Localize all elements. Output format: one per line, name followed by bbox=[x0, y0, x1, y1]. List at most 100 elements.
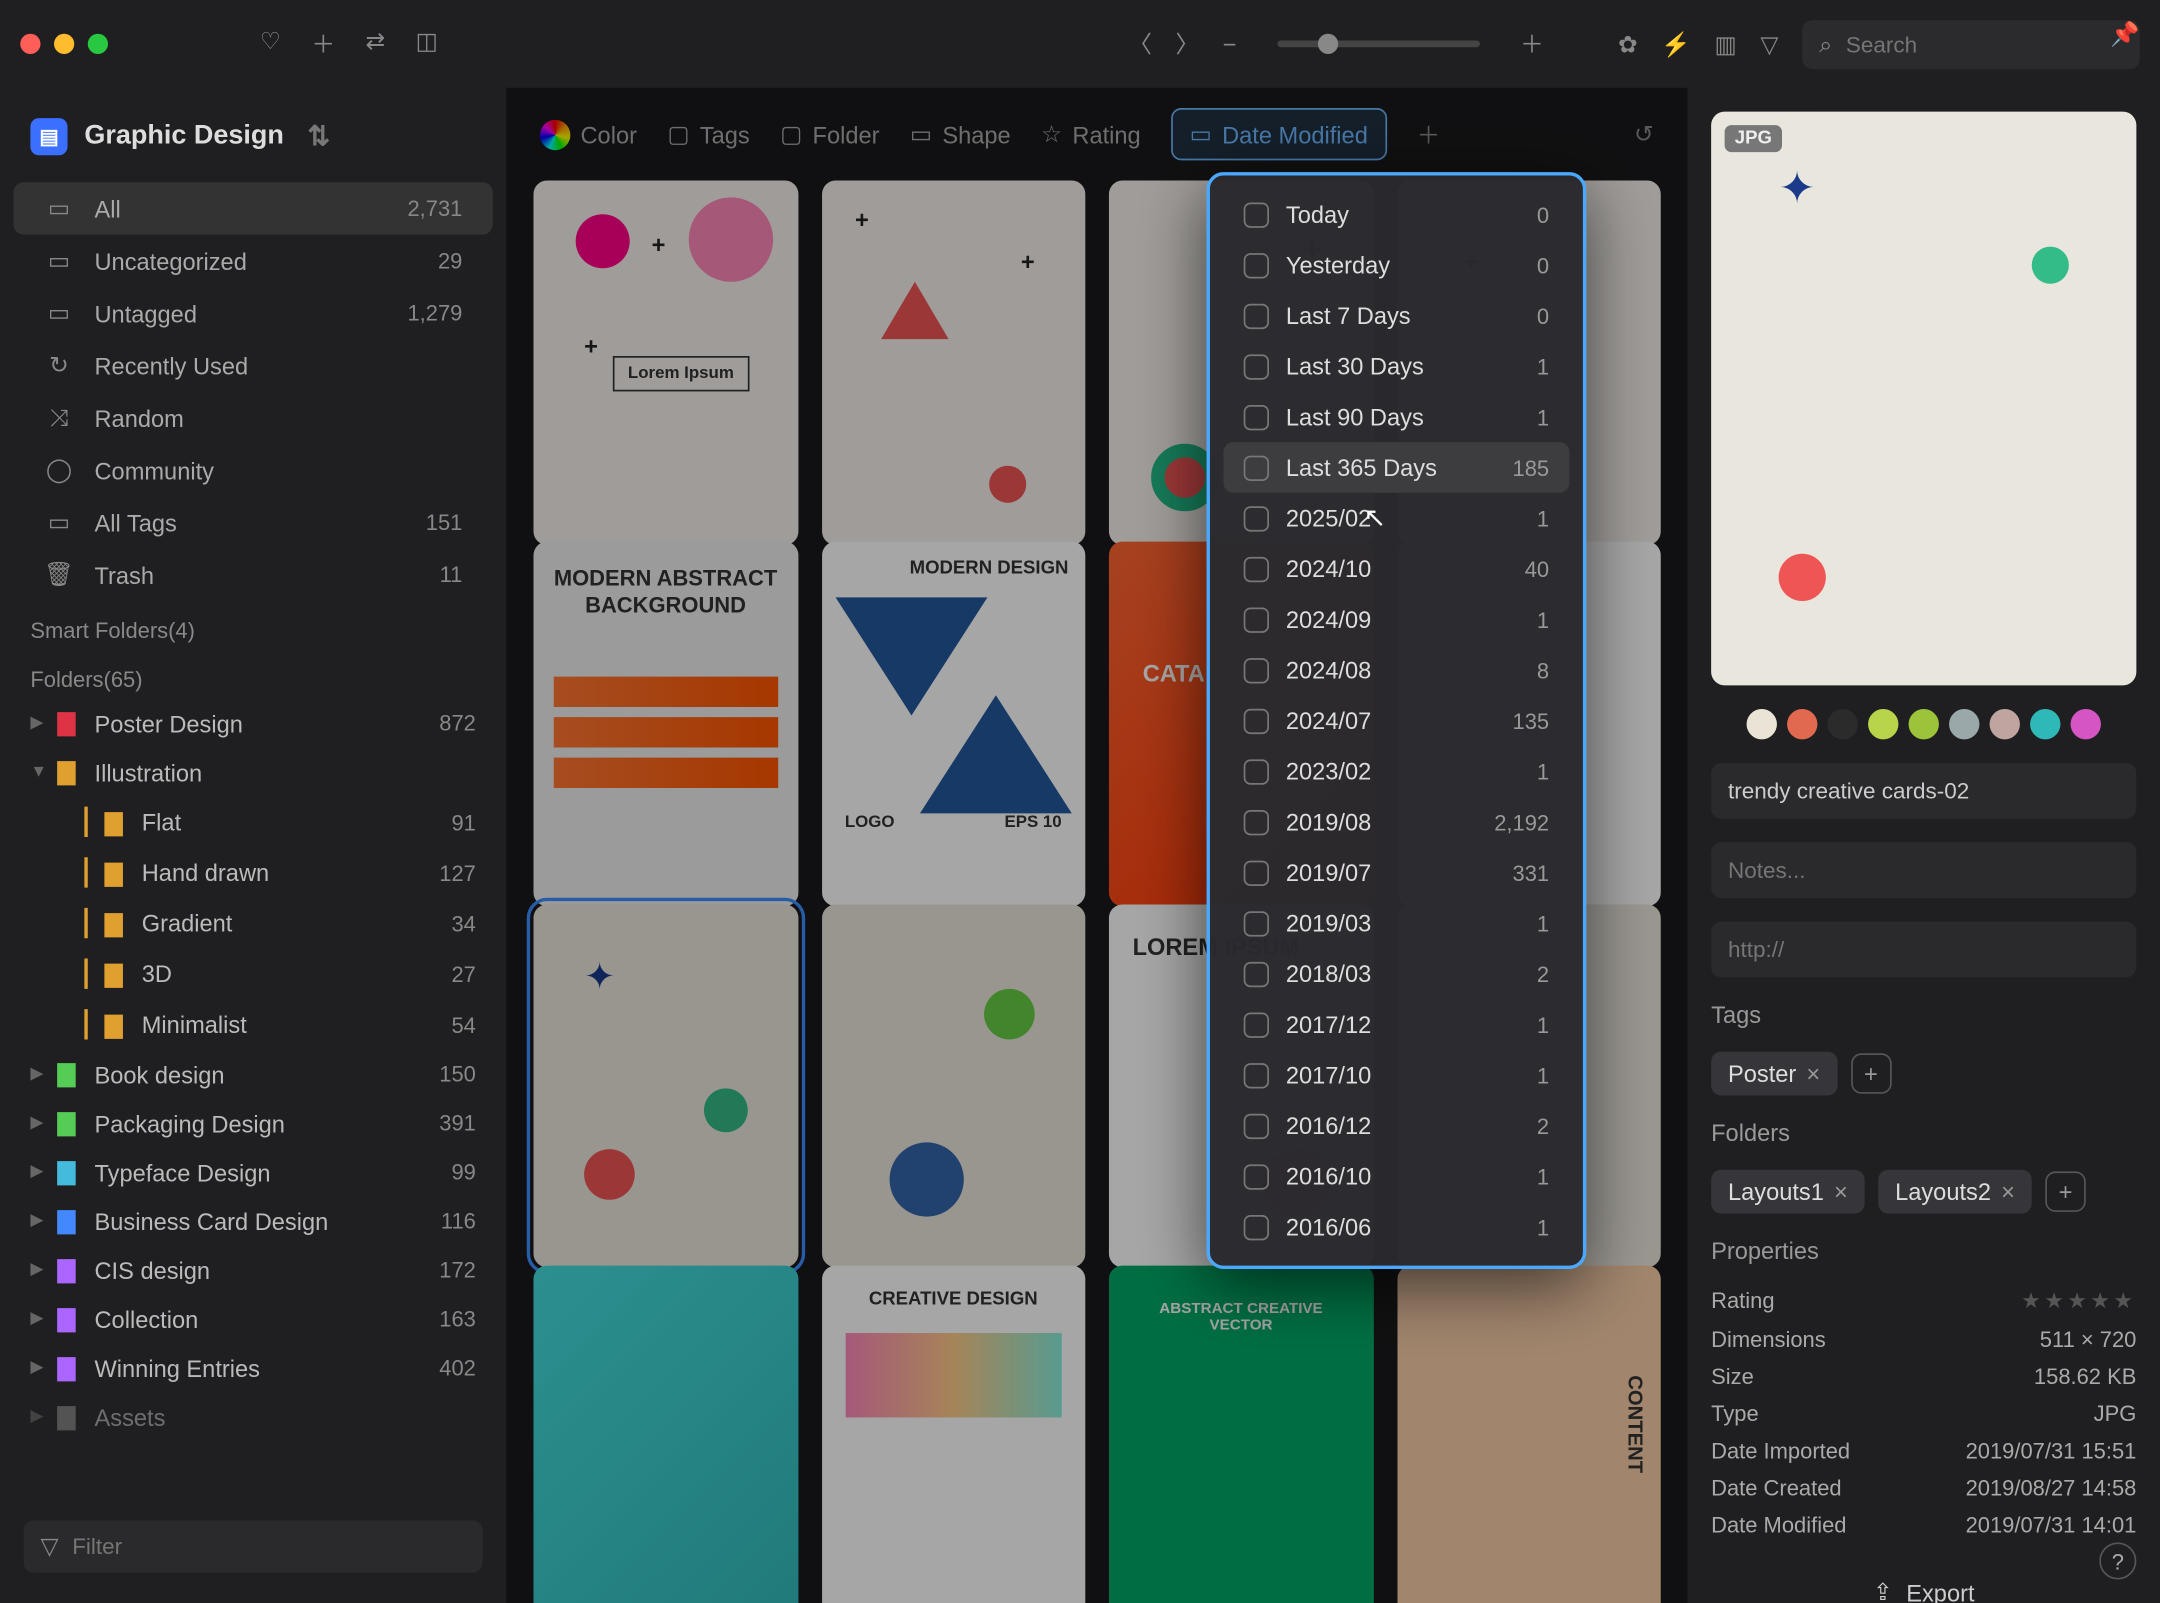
url-input[interactable] bbox=[1711, 922, 2136, 978]
date-option-2024-07[interactable]: 2024/07135 bbox=[1223, 695, 1569, 746]
thumb-item[interactable] bbox=[533, 1265, 797, 1603]
help-button[interactable]: ? bbox=[2099, 1542, 2136, 1579]
thumb-item[interactable]: CONTENT bbox=[1396, 1265, 1660, 1603]
thumb-item[interactable]: + + Lorem Ipsum bbox=[533, 181, 797, 545]
color-swatch[interactable] bbox=[1868, 709, 1898, 739]
add-chip-button[interactable]: + bbox=[2045, 1171, 2086, 1212]
date-option-2017-10[interactable]: 2017/101 bbox=[1223, 1050, 1569, 1101]
checkbox-icon[interactable] bbox=[1244, 1113, 1269, 1138]
filter-input[interactable] bbox=[72, 1534, 466, 1559]
folder-3d[interactable]: ▇3D27 bbox=[10, 948, 496, 999]
folder-winning-entries[interactable]: ▶▇Winning Entries402 bbox=[10, 1343, 496, 1392]
thumb-item[interactable]: ABSTRACT CREATIVE VECTOR bbox=[1109, 1265, 1373, 1603]
thumb-item[interactable]: MODERN ABSTRACT BACKGROUND bbox=[533, 542, 797, 906]
disclosure-icon[interactable]: ▶ bbox=[30, 1114, 47, 1133]
puzzle-icon[interactable]: ✿ bbox=[1618, 30, 1638, 59]
library-selector[interactable]: ▤ Graphic Design ⇅ bbox=[0, 105, 506, 169]
title-input[interactable] bbox=[1711, 763, 2136, 819]
folder-business-card-design[interactable]: ▶▇Business Card Design116 bbox=[10, 1196, 496, 1245]
date-option-2024-10[interactable]: 2024/1040 bbox=[1223, 543, 1569, 594]
date-option-2016-12[interactable]: 2016/122 bbox=[1223, 1100, 1569, 1151]
folder-typeface-design[interactable]: ▶▇Typeface Design99 bbox=[10, 1148, 496, 1197]
disclosure-icon[interactable]: ▼ bbox=[30, 763, 47, 782]
checkbox-icon[interactable] bbox=[1244, 505, 1269, 530]
chip-layouts2[interactable]: Layouts2× bbox=[1878, 1170, 2032, 1214]
checkbox-icon[interactable] bbox=[1244, 759, 1269, 784]
date-option-2017-12[interactable]: 2017/121 bbox=[1223, 999, 1569, 1050]
date-option-2023-02[interactable]: 2023/021 bbox=[1223, 746, 1569, 797]
bell-icon[interactable]: ♡ bbox=[260, 27, 281, 61]
folder-collection[interactable]: ▶▇Collection163 bbox=[10, 1294, 496, 1343]
remove-chip-icon[interactable]: × bbox=[2001, 1178, 2015, 1205]
disclosure-icon[interactable]: ▶ bbox=[30, 1261, 47, 1280]
checkbox-icon[interactable] bbox=[1244, 252, 1269, 277]
tab-shape[interactable]: ▭Shape bbox=[910, 120, 1011, 149]
checkbox-icon[interactable] bbox=[1244, 1214, 1269, 1239]
reset-filters-icon[interactable]: ↺ bbox=[1634, 120, 1654, 149]
color-swatch[interactable] bbox=[2071, 709, 2101, 739]
color-swatch[interactable] bbox=[1787, 709, 1817, 739]
disclosure-icon[interactable]: ▶ bbox=[30, 1163, 47, 1182]
checkbox-icon[interactable] bbox=[1244, 910, 1269, 935]
add-filter-icon[interactable]: ＋ bbox=[1417, 117, 1441, 151]
date-option-2025-02[interactable]: 2025/021 bbox=[1223, 493, 1569, 544]
preview-image[interactable]: JPG ✦ bbox=[1711, 111, 2136, 685]
sync-icon[interactable]: ⇄ bbox=[365, 27, 385, 61]
date-option-last-365-days[interactable]: Last 365 Days185 bbox=[1223, 442, 1569, 493]
checkbox-icon[interactable] bbox=[1244, 607, 1269, 632]
add-chip-button[interactable]: + bbox=[1851, 1053, 1892, 1094]
pin-icon[interactable]: 📌 bbox=[2110, 20, 2139, 49]
thumb-item[interactable] bbox=[821, 904, 1085, 1268]
tab-rating[interactable]: ☆Rating bbox=[1041, 120, 1141, 149]
sidebar-nav-all-tags[interactable]: ▭All Tags151 bbox=[14, 496, 493, 548]
thumb-item-selected[interactable]: ✦ bbox=[533, 904, 797, 1268]
sidebar-nav-recently-used[interactable]: ↻Recently Used bbox=[14, 339, 493, 391]
sidebar-nav-untagged[interactable]: ▭Untagged1,279 bbox=[14, 287, 493, 339]
search-input[interactable] bbox=[1846, 31, 2123, 56]
date-option-2024-08[interactable]: 2024/088 bbox=[1223, 645, 1569, 696]
color-swatch[interactable] bbox=[1828, 709, 1858, 739]
date-option-2018-03[interactable]: 2018/032 bbox=[1223, 948, 1569, 999]
zoom-out-icon[interactable]: − bbox=[1223, 30, 1237, 57]
search-box[interactable]: ⌕ bbox=[1802, 19, 2140, 68]
checkbox-icon[interactable] bbox=[1244, 404, 1269, 429]
checkbox-icon[interactable] bbox=[1244, 1012, 1269, 1037]
notes-input[interactable] bbox=[1711, 842, 2136, 898]
folder-assets[interactable]: ▶▇Assets bbox=[10, 1392, 496, 1441]
disclosure-icon[interactable]: ▶ bbox=[30, 1065, 47, 1084]
date-option-last-30-days[interactable]: Last 30 Days1 bbox=[1223, 341, 1569, 392]
checkbox-icon[interactable] bbox=[1244, 303, 1269, 328]
date-option-2019-03[interactable]: 2019/031 bbox=[1223, 898, 1569, 949]
sidebar-nav-trash[interactable]: 🗑Trash11 bbox=[14, 548, 493, 600]
sidebar-nav-random[interactable]: ⤨Random bbox=[14, 392, 493, 444]
checkbox-icon[interactable] bbox=[1244, 708, 1269, 733]
tab-tags[interactable]: ▢Tags bbox=[667, 120, 749, 149]
remove-chip-icon[interactable]: × bbox=[1834, 1178, 1848, 1205]
checkbox-icon[interactable] bbox=[1244, 657, 1269, 682]
minimize-window[interactable] bbox=[54, 34, 74, 54]
checkbox-icon[interactable] bbox=[1244, 354, 1269, 379]
sidebar-filter[interactable]: ▽ bbox=[24, 1520, 483, 1572]
thumb-item[interactable]: + + bbox=[821, 181, 1085, 545]
disclosure-icon[interactable]: ▶ bbox=[30, 714, 47, 733]
color-swatch[interactable] bbox=[2030, 709, 2060, 739]
sidebar-nav-uncategorized[interactable]: ▭Uncategorized29 bbox=[14, 235, 493, 287]
disclosure-icon[interactable]: ▶ bbox=[30, 1212, 47, 1231]
color-swatch[interactable] bbox=[1990, 709, 2020, 739]
checkbox-icon[interactable] bbox=[1244, 455, 1269, 480]
date-option-2016-06[interactable]: 2016/061 bbox=[1223, 1202, 1569, 1253]
folder-hand-drawn[interactable]: ▇Hand drawn127 bbox=[10, 847, 496, 898]
date-option-today[interactable]: Today0 bbox=[1223, 189, 1569, 240]
folder-book-design[interactable]: ▶▇Book design150 bbox=[10, 1050, 496, 1099]
date-option-2019-08[interactable]: 2019/082,192 bbox=[1223, 797, 1569, 848]
remove-chip-icon[interactable]: × bbox=[1806, 1060, 1820, 1087]
date-option-last-7-days[interactable]: Last 7 Days0 bbox=[1223, 290, 1569, 341]
smart-folders-header[interactable]: Smart Folders(4) bbox=[0, 601, 506, 650]
color-swatch[interactable] bbox=[1909, 709, 1939, 739]
checkbox-icon[interactable] bbox=[1244, 556, 1269, 581]
checkbox-icon[interactable] bbox=[1244, 202, 1269, 227]
folder-cis-design[interactable]: ▶▇CIS design172 bbox=[10, 1245, 496, 1294]
chip-layouts1[interactable]: Layouts1× bbox=[1711, 1170, 1865, 1214]
folder-gradient[interactable]: ▇Gradient34 bbox=[10, 898, 496, 949]
date-option-2024-09[interactable]: 2024/091 bbox=[1223, 594, 1569, 645]
